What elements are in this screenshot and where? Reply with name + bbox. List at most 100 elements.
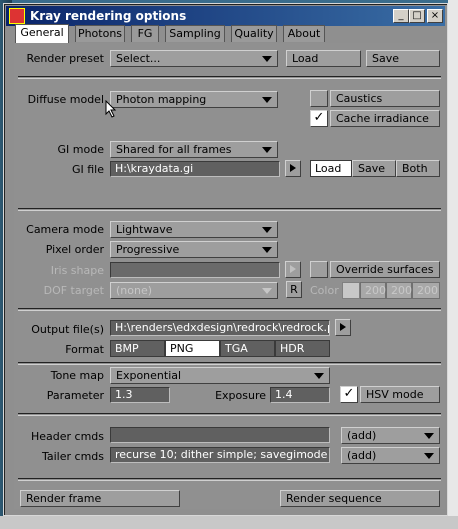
color-swatch xyxy=(342,282,360,299)
override-surfaces-button[interactable]: Override surfaces xyxy=(330,261,440,278)
minimize-icon[interactable]: _ xyxy=(393,9,409,23)
format-label: Format xyxy=(65,343,104,356)
tab-about[interactable]: About xyxy=(283,25,325,42)
tab-photons[interactable]: Photons xyxy=(75,25,125,42)
mouse-cursor-icon xyxy=(105,100,117,118)
output-browse-button[interactable] xyxy=(335,319,351,336)
header-cmds-label: Header cmds xyxy=(30,430,104,443)
desktop-background-right xyxy=(448,0,458,529)
separator xyxy=(18,308,441,311)
gi-file-browse-button[interactable] xyxy=(285,160,301,177)
iris-shape-browse-button xyxy=(285,261,301,278)
gi-load-button[interactable]: Load xyxy=(310,160,352,177)
chevron-down-icon xyxy=(424,453,434,459)
chevron-down-icon xyxy=(262,227,272,233)
diffuse-model-label: Diffuse model xyxy=(27,93,104,106)
chevron-down-icon xyxy=(262,56,272,62)
camera-mode-label: Camera mode xyxy=(26,223,104,236)
dof-reset-button[interactable]: R xyxy=(286,281,302,298)
tone-map-value: Exponential xyxy=(116,369,182,382)
tailer-cmds-field[interactable]: recurse 10; dither simple; savegimode 1; xyxy=(110,447,330,463)
pixel-order-value: Progressive xyxy=(116,243,180,256)
header-cmds-field[interactable] xyxy=(110,427,330,443)
preset-save-button[interactable]: Save xyxy=(366,50,440,67)
gi-file-label: GI file xyxy=(71,163,104,176)
tailer-add-value: (add) xyxy=(347,449,377,462)
gi-file-field[interactable]: H:\kraydata.gi xyxy=(110,161,280,177)
gi-mode-dropdown[interactable]: Shared for all frames xyxy=(110,141,278,158)
hsv-mode-checkbox[interactable]: ✓ xyxy=(340,386,358,403)
header-add-value: (add) xyxy=(347,429,377,442)
chevron-down-icon xyxy=(262,147,272,153)
caustics-button[interactable]: Caustics xyxy=(330,90,440,107)
render-preset-dropdown[interactable]: Select... xyxy=(110,50,278,67)
cache-irradiance-button[interactable]: Cache irradiance xyxy=(330,110,440,127)
dof-target-dropdown: (none) xyxy=(110,282,278,299)
gi-save-button[interactable]: Save xyxy=(352,160,396,177)
render-sequence-button[interactable]: Render sequence xyxy=(280,490,440,507)
exposure-label: Exposure xyxy=(215,389,266,402)
separator xyxy=(18,478,441,481)
gi-both-button[interactable]: Both xyxy=(396,160,440,177)
dof-target-value: (none) xyxy=(116,284,153,297)
iris-shape-label: Iris shape xyxy=(50,264,104,277)
diffuse-model-dropdown[interactable]: Photon mapping xyxy=(110,91,278,108)
format-hdr-button[interactable]: HDR xyxy=(275,340,330,357)
chevron-down-icon xyxy=(314,373,324,379)
chevron-down-icon xyxy=(424,433,434,439)
pixel-order-dropdown[interactable]: Progressive xyxy=(110,241,278,258)
output-files-label: Output file(s) xyxy=(31,323,104,336)
camera-mode-value: Lightwave xyxy=(116,223,173,236)
preset-load-button[interactable]: Load xyxy=(286,50,361,67)
header-add-dropdown[interactable]: (add) xyxy=(341,427,440,444)
format-png-button[interactable]: PNG xyxy=(165,340,220,357)
tone-map-label: Tone map xyxy=(50,369,104,382)
play-arrow-icon xyxy=(290,164,296,172)
separator xyxy=(18,76,441,79)
output-file-field[interactable]: H:\renders\edxdesign\redrock\redrock.png xyxy=(110,320,330,336)
close-icon[interactable]: × xyxy=(427,9,443,23)
format-bmp-button[interactable]: BMP xyxy=(110,340,165,357)
gi-mode-value: Shared for all frames xyxy=(116,143,232,156)
parameter-field[interactable]: 1.3 xyxy=(110,387,170,403)
tab-quality[interactable]: Quality xyxy=(231,25,277,42)
format-tga-button[interactable]: TGA xyxy=(220,340,275,357)
override-surfaces-checkbox[interactable] xyxy=(310,261,328,278)
hsv-mode-button[interactable]: HSV mode xyxy=(360,386,440,403)
tailer-add-dropdown[interactable]: (add) xyxy=(341,447,440,464)
dof-target-label: DOF target xyxy=(43,284,104,297)
desktop-background-bottom xyxy=(0,516,458,529)
iris-shape-field xyxy=(110,262,280,278)
tailer-cmds-label: Tailer cmds xyxy=(41,450,104,463)
chevron-down-icon xyxy=(262,97,272,103)
render-frame-button[interactable]: Render frame xyxy=(20,490,180,507)
tab-general[interactable]: General xyxy=(15,24,69,43)
color-label: Color xyxy=(310,284,339,297)
title-bar[interactable]: Kray rendering options _ □ × xyxy=(6,6,445,26)
parameter-label: Parameter xyxy=(46,389,104,402)
color-blue-field: 200 xyxy=(412,282,440,299)
color-red-field: 200 xyxy=(360,282,386,299)
gi-mode-label: GI mode xyxy=(57,143,104,156)
camera-mode-dropdown[interactable]: Lightwave xyxy=(110,221,278,238)
app-icon xyxy=(9,8,25,24)
diffuse-model-value: Photon mapping xyxy=(116,93,207,106)
caustics-checkbox[interactable] xyxy=(310,90,328,107)
separator xyxy=(18,413,441,416)
chevron-down-icon xyxy=(262,247,272,253)
pixel-order-label: Pixel order xyxy=(45,243,104,256)
tone-map-dropdown[interactable]: Exponential xyxy=(110,367,330,384)
chevron-down-icon xyxy=(262,288,272,294)
play-arrow-icon xyxy=(290,265,296,273)
separator xyxy=(18,208,441,211)
exposure-field[interactable]: 1.4 xyxy=(270,387,330,403)
render-preset-value: Select... xyxy=(116,52,161,65)
maximize-icon[interactable]: □ xyxy=(409,9,425,23)
window-title: Kray rendering options xyxy=(30,9,187,23)
tab-sampling[interactable]: Sampling xyxy=(165,25,225,42)
tab-fg[interactable]: FG xyxy=(131,25,159,42)
cache-irradiance-checkbox[interactable]: ✓ xyxy=(310,110,328,127)
color-green-field: 200 xyxy=(386,282,412,299)
play-arrow-icon xyxy=(340,323,346,331)
render-preset-label: Render preset xyxy=(26,52,105,65)
